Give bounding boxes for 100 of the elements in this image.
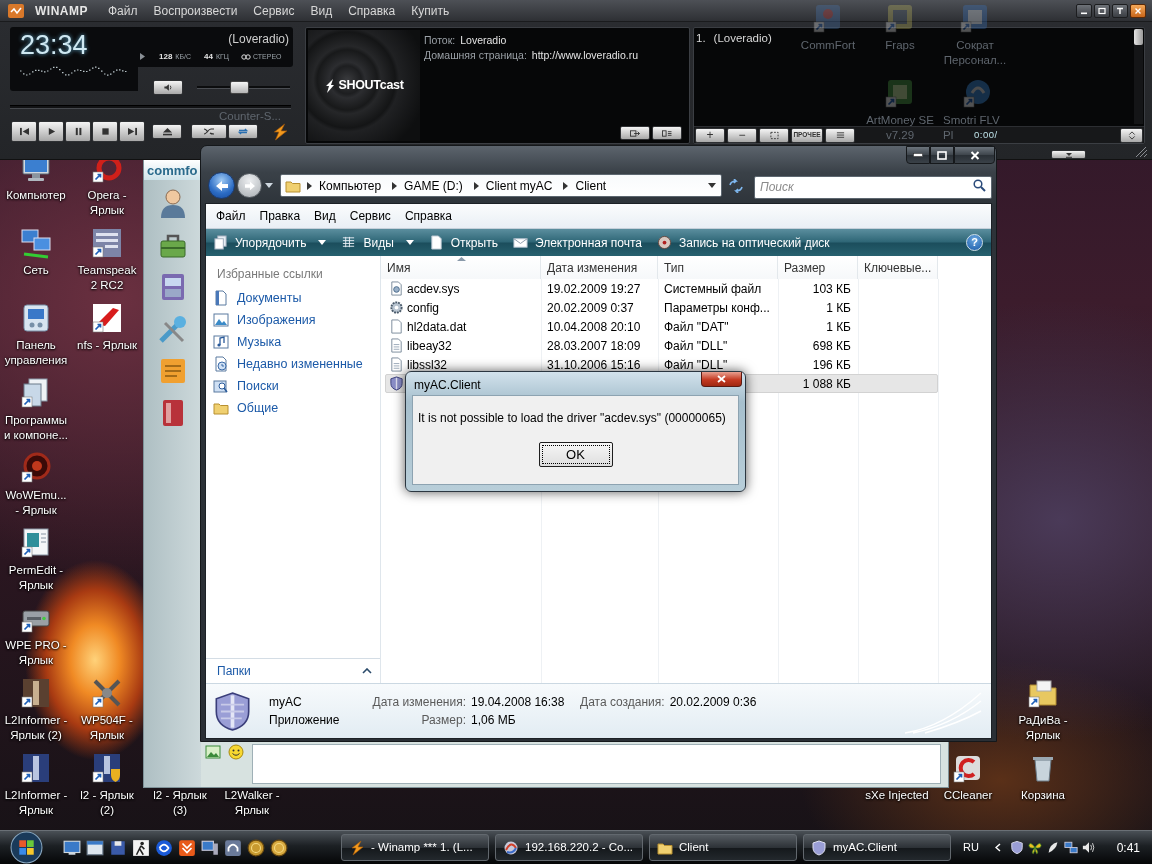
message-input-field[interactable] — [252, 744, 941, 784]
close-button[interactable] — [701, 372, 742, 387]
computer-icon[interactable] — [201, 838, 219, 857]
previous-button[interactable] — [11, 121, 37, 142]
icon-label[interactable]: Персонал... — [943, 53, 1007, 68]
menu-item[interactable]: Правка — [252, 207, 308, 225]
smiley-icon[interactable] — [228, 744, 244, 760]
coin-icon[interactable] — [270, 838, 288, 857]
network-icon[interactable] — [1063, 840, 1078, 855]
play-button[interactable] — [38, 121, 64, 142]
slider-thumb[interactable] — [229, 81, 249, 94]
list-button[interactable] — [652, 126, 682, 140]
network-icon[interactable] — [20, 227, 52, 259]
address-bar[interactable]: Компьютер GAME (D:) Client myAC Client — [280, 174, 722, 197]
menu-item[interactable]: Вид — [307, 207, 343, 225]
breadcrumb-item[interactable]: Client myAC — [480, 176, 558, 195]
nav-link[interactable]: Документы — [237, 288, 302, 308]
headphones-icon[interactable] — [224, 838, 242, 857]
emblem-tile-icon[interactable] — [20, 752, 52, 784]
icon-label[interactable]: Компьютер — [1, 188, 71, 203]
swoosh-tile-icon[interactable] — [91, 302, 123, 334]
file-row[interactable]: hl2data.dat 10.04.2008 20:10 Файл "DAT" 1 КБ — [385, 317, 938, 336]
start-button[interactable] — [7, 831, 45, 864]
search-field[interactable]: Поиск — [754, 175, 992, 199]
file-row[interactable]: config 20.02.2009 0:37 Параметры конф... 1 КБ — [385, 298, 938, 317]
icon-label[interactable]: Opera - Ярлык — [72, 188, 142, 218]
pause-button[interactable] — [65, 121, 91, 142]
column-header[interactable]: Тип — [658, 256, 778, 279]
next-button[interactable] — [119, 121, 145, 142]
export-button[interactable] — [620, 126, 650, 140]
icon-label[interactable]: Fraps — [885, 38, 915, 53]
icon-label[interactable]: Teamspeak 2 RC2 — [72, 263, 142, 293]
toolbar-button[interactable]: Электронная почта — [506, 231, 648, 254]
shield-icon[interactable] — [1009, 840, 1024, 855]
minimize-button[interactable] — [906, 146, 930, 164]
close-button[interactable] — [954, 146, 995, 164]
nav-link[interactable]: Поиски — [237, 376, 279, 396]
file-row[interactable]: acdev.sys 19.02.2009 19:27 Системный файл 103 КБ — [385, 279, 938, 298]
nav-link[interactable]: Изображения — [237, 310, 316, 330]
caret-down-icon[interactable] — [708, 183, 716, 188]
nav-link[interactable]: Недавно измененные — [237, 354, 363, 374]
scrollbar-thumb[interactable] — [1134, 29, 1143, 45]
file-row[interactable]: libeay32 28.03.2007 18:09 Файл "DLL" 698 КБ — [385, 336, 938, 355]
icon-label[interactable]: CommFort — [800, 38, 856, 53]
restore-button[interactable] — [1094, 3, 1110, 18]
menu-item[interactable]: Справка — [397, 207, 459, 225]
file-row[interactable]: libssl32 31.10.2006 15:16 Файл "DLL" 196 КБ — [385, 355, 938, 374]
toolbar-button[interactable]: Виды — [335, 231, 420, 254]
menu-item[interactable]: Воспроизвести — [153, 1, 238, 20]
control-panel-icon[interactable] — [20, 302, 52, 334]
emblem-tile-icon[interactable] — [20, 677, 52, 709]
icon-label[interactable]: L2Informer - Ярлык — [1, 788, 71, 818]
monitor-icon[interactable] — [63, 838, 81, 857]
coin-icon[interactable] — [247, 838, 265, 857]
menu-item[interactable]: Вид — [310, 1, 333, 20]
taskbar-button[interactable]: myAC.Client — [803, 834, 951, 861]
column-header[interactable]: Размер — [778, 256, 858, 279]
menu-item[interactable]: Сервис — [342, 207, 398, 225]
menu-item[interactable]: Справка — [348, 1, 396, 20]
icon-label[interactable]: CCleaner — [933, 788, 1003, 803]
speaker-icon[interactable] — [1081, 840, 1096, 855]
menu-item[interactable]: Файл — [108, 1, 138, 20]
collapse-button[interactable] — [1051, 150, 1086, 159]
round-emblem-icon[interactable] — [20, 452, 52, 484]
ok-button[interactable]: OK — [538, 442, 613, 467]
options-button[interactable] — [1120, 127, 1143, 143]
icon-label[interactable]: Корзина — [1008, 788, 1078, 803]
icon-label[interactable]: L2Informer - Ярлык (2) — [1, 713, 71, 743]
eye-circle-icon[interactable] — [155, 838, 173, 857]
icon-label[interactable]: l2 - Ярлык (2) — [72, 788, 142, 818]
close-button[interactable] — [1130, 3, 1146, 18]
volume-slider[interactable] — [197, 80, 290, 95]
column-header[interactable]: Ключевые... — [858, 256, 938, 279]
shuffle-button[interactable] — [191, 124, 227, 139]
icon-label[interactable]: PermEdit - Ярлык — [1, 563, 71, 593]
language-indicator[interactable]: RU — [963, 839, 979, 856]
select-button[interactable] — [759, 127, 789, 143]
butterfly-icon[interactable] — [1027, 840, 1042, 855]
taskbar-button[interactable]: - Winamp *** 1. (L... — [341, 834, 489, 861]
icon-label[interactable]: Сеть — [1, 263, 71, 278]
back-button[interactable] — [208, 172, 235, 199]
minimize-button[interactable] — [1076, 3, 1092, 18]
cross-emblem-icon[interactable] — [91, 677, 123, 709]
taskbar-button[interactable]: Client — [649, 834, 797, 861]
ring-icon[interactable] — [91, 160, 123, 184]
icon-label[interactable]: l2 - Ярлык (3) — [145, 788, 215, 818]
menu-item[interactable]: Купить — [411, 1, 450, 20]
list-button[interactable] — [825, 127, 855, 143]
striped-tile-icon[interactable] — [91, 227, 123, 259]
icon-label[interactable]: sXe Injected — [862, 788, 932, 803]
icon-label[interactable]: Программы и компоне... — [1, 413, 71, 443]
icon-label[interactable]: Smotri FLV — [943, 113, 1000, 128]
icon-label[interactable]: Сократ — [956, 38, 994, 53]
walking-figure-icon[interactable] — [132, 838, 150, 857]
picture-icon[interactable] — [205, 744, 221, 760]
toolbar-button[interactable]: Открыть — [422, 231, 504, 254]
icon-label[interactable]: РаДиВа - Ярлык — [1008, 713, 1078, 743]
toolbar-button[interactable]: Упорядочить — [207, 231, 333, 254]
eject-button[interactable] — [152, 124, 182, 139]
icon-label[interactable]: WP504F - Ярлык — [72, 713, 142, 743]
